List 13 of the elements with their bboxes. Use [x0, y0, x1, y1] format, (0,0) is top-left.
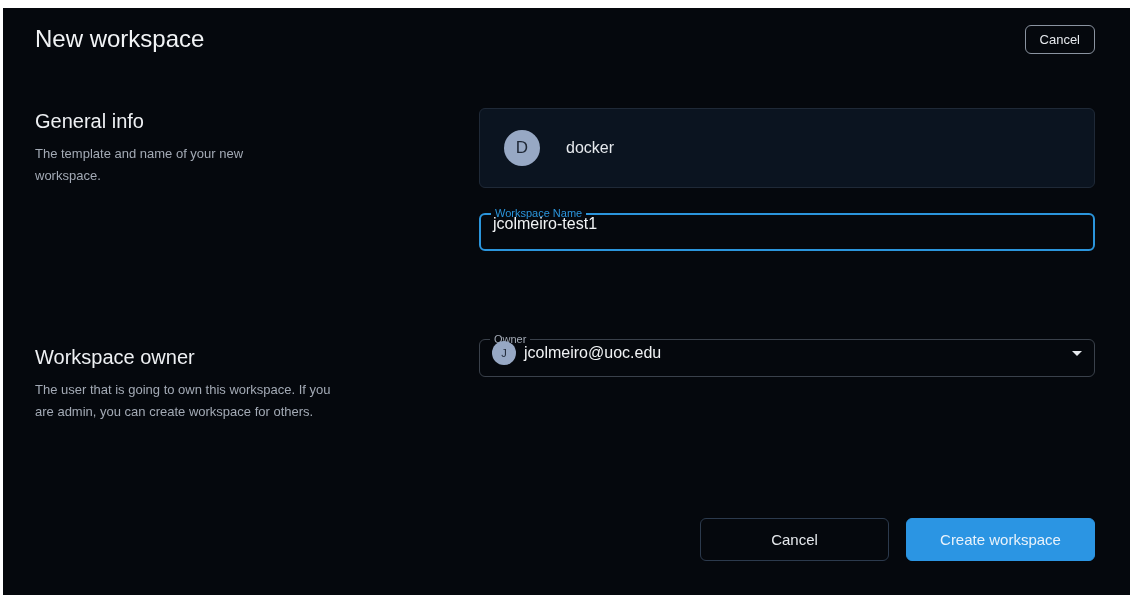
section-description: The template and name of your new workspace.	[35, 145, 245, 185]
section-description: The user that is going to own this workspace. If you are admin, you can create workspace for others.	[35, 381, 332, 421]
section-heading: General info	[35, 110, 145, 133]
owner-value: jcolmeiro@uoc.edu	[524, 344, 663, 362]
section-heading: Workspace owner	[35, 346, 196, 369]
template-avatar: D	[504, 130, 540, 166]
page-title: New workspace	[35, 25, 205, 53]
dropdown-caret-icon	[1072, 350, 1082, 356]
workspace-name-field[interactable]: Workspace Name jcolmeiro-test1	[479, 208, 1095, 251]
cancel-button[interactable]: Cancel	[1024, 24, 1095, 54]
cancel-button[interactable]: Cancel	[700, 518, 889, 561]
owner-select[interactable]: Owner J jcolmeiro@uoc.edu	[479, 334, 1095, 377]
template-name: docker	[566, 139, 615, 157]
